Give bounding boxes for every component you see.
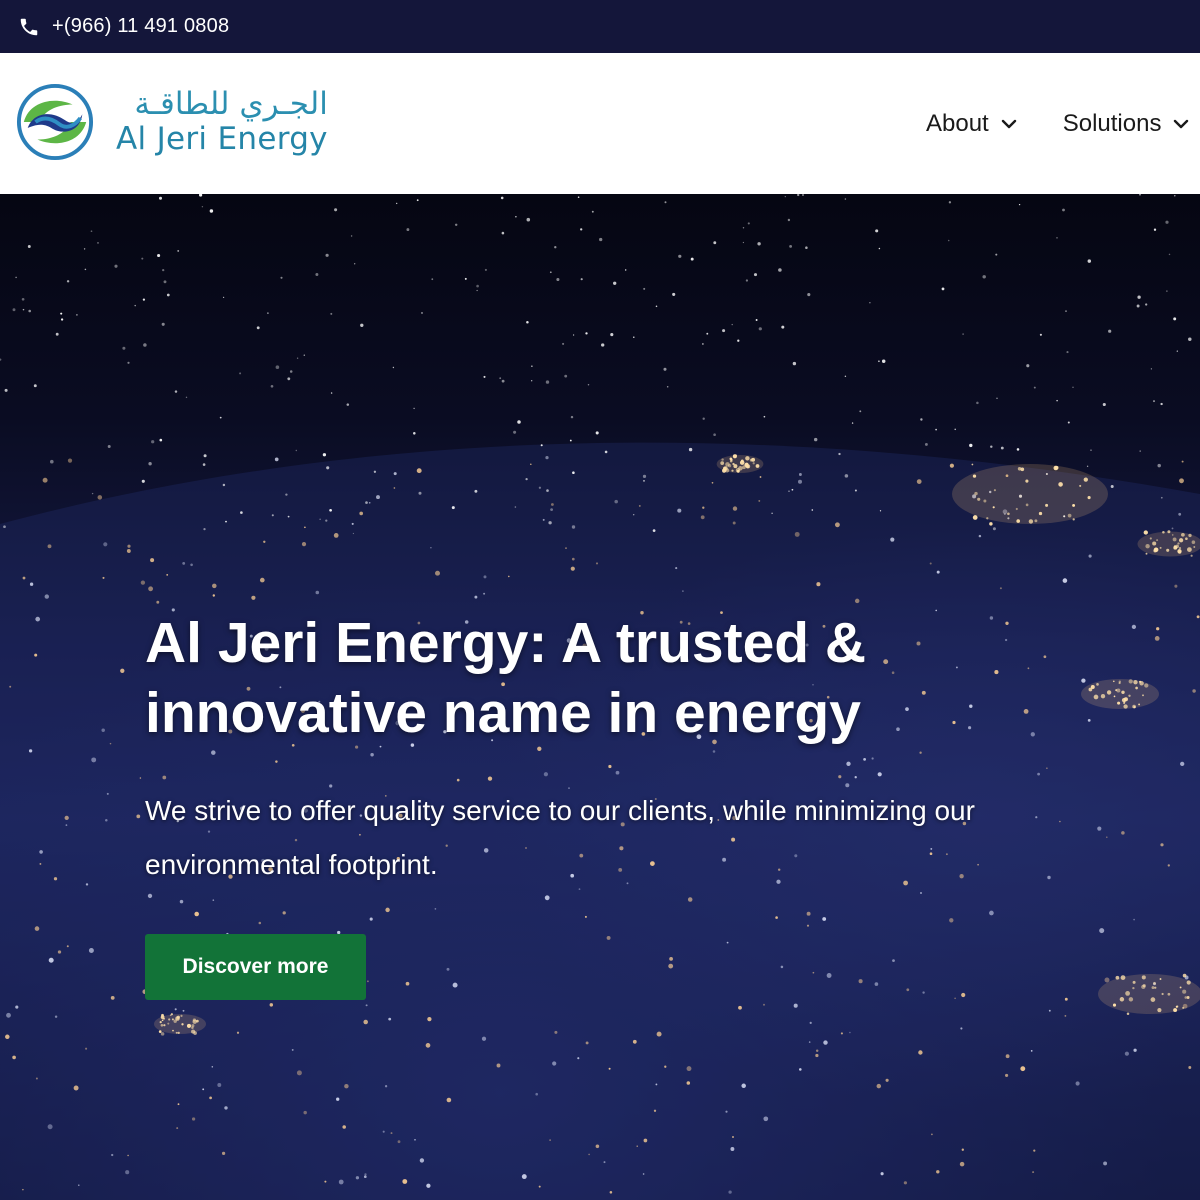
main-nav: About Solutions [926, 53, 1200, 194]
nav-item-about[interactable]: About [926, 110, 1017, 138]
site-header: الجـري للطاقـة Al Jeri Energy About Solu… [0, 53, 1200, 194]
top-contact-bar: +(966) 11 491 0808 [0, 0, 1200, 53]
hero-subtitle: We strive to offer quality service to ou… [145, 795, 975, 880]
logo-mark-icon [16, 83, 94, 161]
phone-icon [20, 18, 38, 35]
site-logo[interactable]: الجـري للطاقـة Al Jeri Energy [16, 83, 328, 161]
chevron-down-icon [1001, 119, 1016, 128]
nav-item-label: Solutions [1062, 109, 1162, 137]
chevron-down-icon [1174, 119, 1189, 128]
phone-link[interactable]: +(966) 11 491 0808 [52, 15, 229, 38]
hero-section: Al Jeri Energy: A trusted & innovative n… [0, 194, 1200, 1200]
hero-content: Al Jeri Energy: A trusted & innovative n… [145, 608, 1045, 1000]
logo-arabic-text: الجـري للطاقـة [134, 86, 328, 122]
nav-item-label: About [926, 109, 989, 137]
nav-item-solutions[interactable]: Solutions [1063, 110, 1190, 138]
hero-title: Al Jeri Energy: A trusted & innovative n… [145, 611, 867, 745]
discover-more-button[interactable]: Discover more [145, 934, 366, 1000]
logo-english-text: Al Jeri Energy [116, 121, 328, 157]
